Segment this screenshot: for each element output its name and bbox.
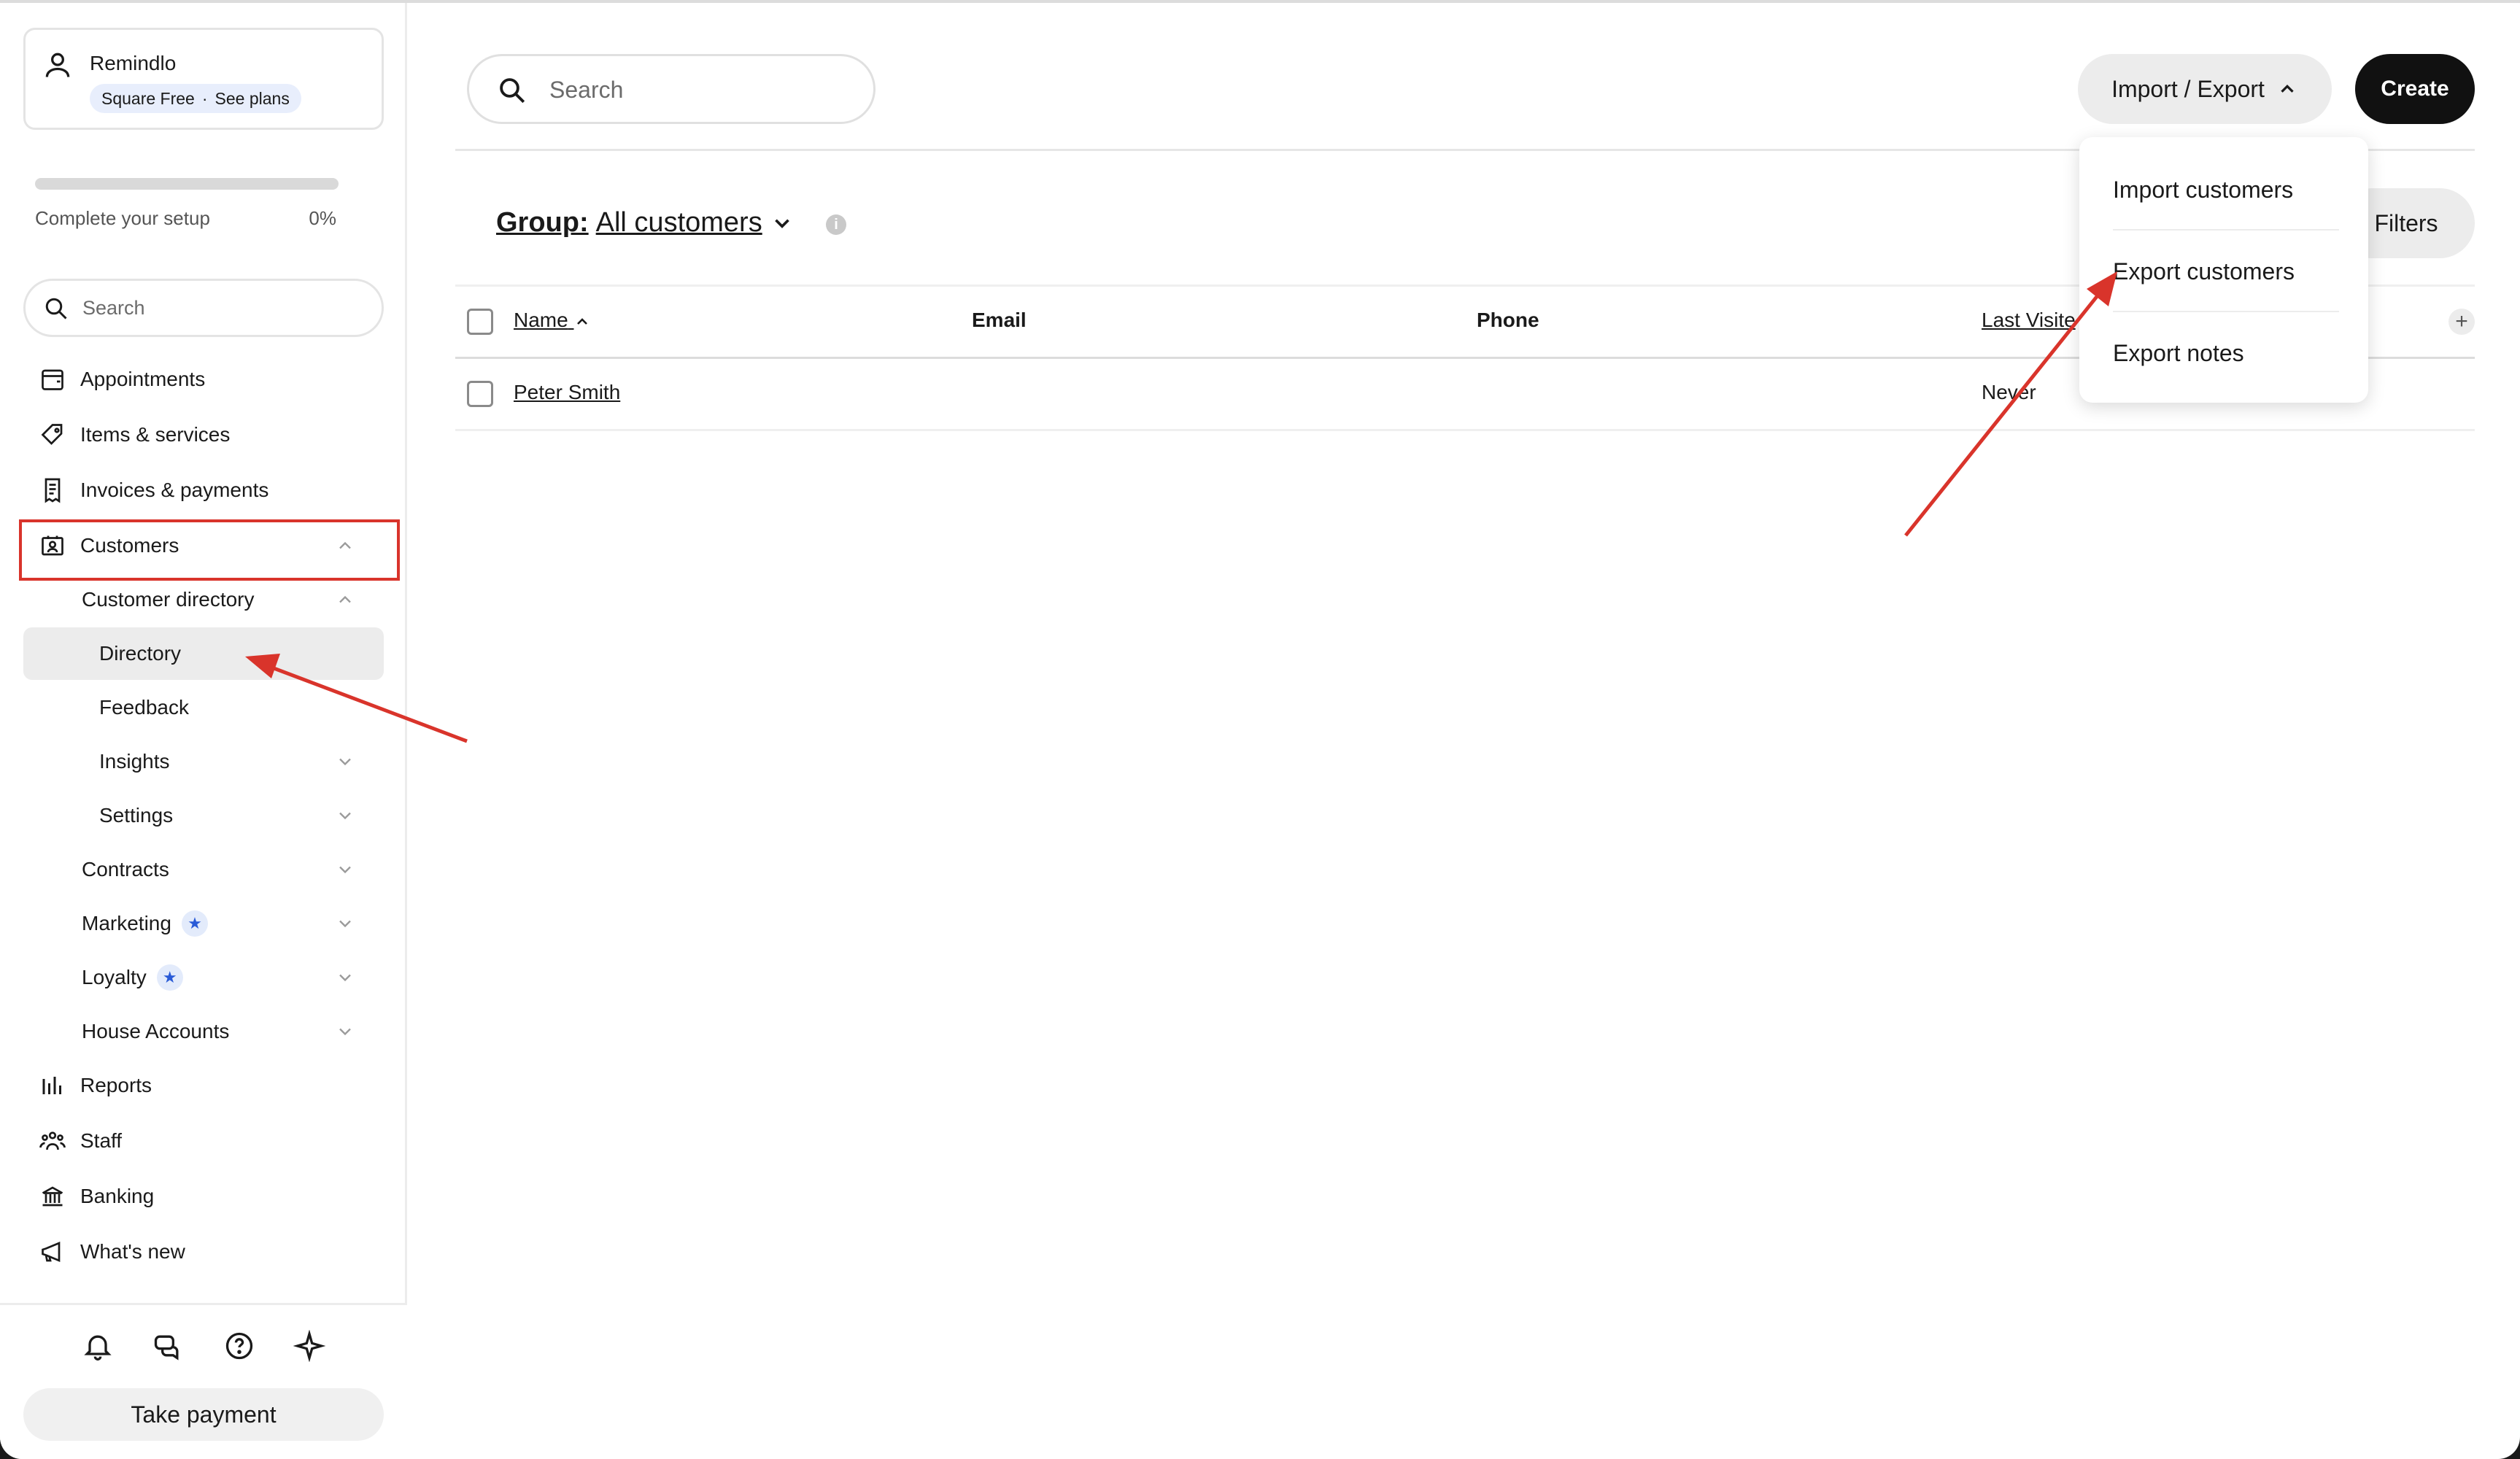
group-value: All customers [595,207,762,238]
sidebar-item-label: Invoices & payments [80,479,269,501]
sidebar-item-staff[interactable]: Staff [38,1119,122,1163]
see-plans-link[interactable]: See plans [215,89,290,109]
chat-icon[interactable] [152,1330,184,1362]
menu-item-import-customers[interactable]: Import customers [2113,149,2339,231]
sidebar-item-label: Marketing [82,912,171,934]
plan-badge[interactable]: Square Free · See plans [90,84,301,113]
star-icon: ★ [181,910,208,937]
receipt-icon [45,478,61,503]
sidebar-item-whats-new[interactable]: What's new [38,1230,185,1274]
sidebar-item-customer-directory[interactable]: Customer directory [82,578,255,622]
setup-label[interactable]: Complete your setup [35,207,210,230]
sidebar-item-marketing[interactable]: Marketing ★ [82,902,208,945]
chevron-down-icon[interactable] [335,751,355,772]
import-export-label: Import / Export [2111,75,2265,102]
tag-icon [41,424,63,445]
sidebar-footer: Take payment [0,1303,407,1459]
sidebar-item-insights[interactable]: Insights [99,740,170,783]
chevron-down-icon[interactable] [335,913,355,934]
take-payment-button[interactable]: Take payment [23,1388,384,1441]
bell-icon[interactable] [82,1330,114,1362]
help-icon[interactable] [223,1330,255,1362]
group-selector[interactable]: Group: All customers [496,207,795,239]
sidebar-item-label: Feedback [99,696,189,719]
sort-ascending-icon [577,317,588,325]
add-column-icon[interactable]: + [2449,309,2475,335]
column-header-name-label: Name [514,309,568,331]
sidebar-item-label: Insights [99,750,170,773]
customer-search-placeholder: Search [549,77,624,103]
sidebar: Remindlo Square Free · See plans Complet… [0,3,407,1459]
sidebar-item-label: Loyalty [82,966,147,988]
sidebar-item-label: Settings [99,804,174,827]
sidebar-item-directory[interactable]: Directory [99,632,181,676]
chevron-down-icon[interactable] [335,1021,355,1042]
sidebar-item-banking[interactable]: Banking [38,1174,154,1218]
chevron-up-icon[interactable] [335,589,355,610]
column-header-phone[interactable]: Phone [1477,309,1539,332]
sidebar-search-placeholder: Search [82,297,145,319]
sidebar-item-reports[interactable]: Reports [38,1064,152,1107]
sidebar-item-label: Contracts [82,858,169,881]
customer-name-link[interactable]: Peter Smith [514,381,620,404]
team-icon [39,1131,66,1150]
sidebar-item-label: Reports [80,1074,152,1096]
sidebar-item-items-services[interactable]: Items & services [38,413,230,457]
sidebar-item-appointments[interactable]: Appointments [38,357,205,401]
star-icon: ★ [156,964,183,991]
sparkle-icon[interactable] [293,1330,325,1362]
row-checkbox[interactable] [467,381,493,407]
account-card[interactable]: Remindlo Square Free · See plans [23,28,384,130]
sidebar-item-contracts[interactable]: Contracts [82,848,169,891]
import-export-button[interactable]: Import / Export [2078,54,2332,124]
account-name: Remindlo [90,52,177,74]
column-header-email[interactable]: Email [972,309,1027,332]
group-label: Group: [496,207,589,238]
megaphone-icon [42,1241,61,1263]
sidebar-item-label: Banking [80,1185,155,1207]
column-header-last-visited[interactable]: Last Visite [1982,309,2076,332]
sidebar-item-house-accounts[interactable]: House Accounts [82,1010,229,1053]
calendar-icon [42,369,63,390]
info-icon[interactable]: i [826,214,846,235]
chevron-down-icon[interactable] [335,859,355,880]
annotation-highlight-box [19,519,400,581]
sidebar-item-label: What's new [80,1240,185,1263]
customer-search-input[interactable]: Search [467,54,876,124]
chevron-down-icon[interactable] [335,805,355,826]
sidebar-item-label: Items & services [80,423,231,446]
sidebar-search-input[interactable]: Search [23,279,384,337]
customer-last-visited: Never [1982,381,2036,403]
app-window: Remindlo Square Free · See plans Complet… [0,0,2520,1459]
sidebar-item-label: Directory [99,642,182,665]
search-icon [500,78,525,104]
sidebar-item-loyalty[interactable]: Loyalty ★ [82,956,183,999]
import-export-menu: Import customers Export customers Export… [2079,137,2368,403]
user-icon [45,53,70,77]
create-button[interactable]: Create [2355,54,2475,124]
sidebar-item-label: Customer directory [82,588,255,611]
selected-item-highlight [23,627,384,680]
sidebar-item-label: Appointments [80,368,206,390]
select-all-checkbox[interactable] [467,309,493,335]
sidebar-item-settings-sub[interactable]: Settings [99,794,173,837]
bar-chart-icon [42,1077,61,1094]
chevron-up-icon [2281,84,2294,93]
column-header-name[interactable]: Name [514,309,591,332]
sidebar-item-feedback[interactable]: Feedback [99,686,189,730]
chevron-down-icon[interactable] [335,967,355,988]
plan-name: Square Free [101,88,195,108]
setup-progress-bar [35,178,339,190]
chevron-down-icon [774,218,789,228]
setup-percent: 0% [309,207,336,229]
menu-item-export-notes[interactable]: Export notes [2113,312,2339,394]
menu-item-export-customers[interactable]: Export customers [2113,231,2339,312]
sidebar-item-label: House Accounts [82,1020,230,1042]
sidebar-item-invoices-payments[interactable]: Invoices & payments [38,468,268,512]
sidebar-item-label: Staff [80,1129,123,1152]
bank-icon [42,1186,63,1207]
search-icon [45,298,67,320]
plan-separator: · [201,88,208,108]
